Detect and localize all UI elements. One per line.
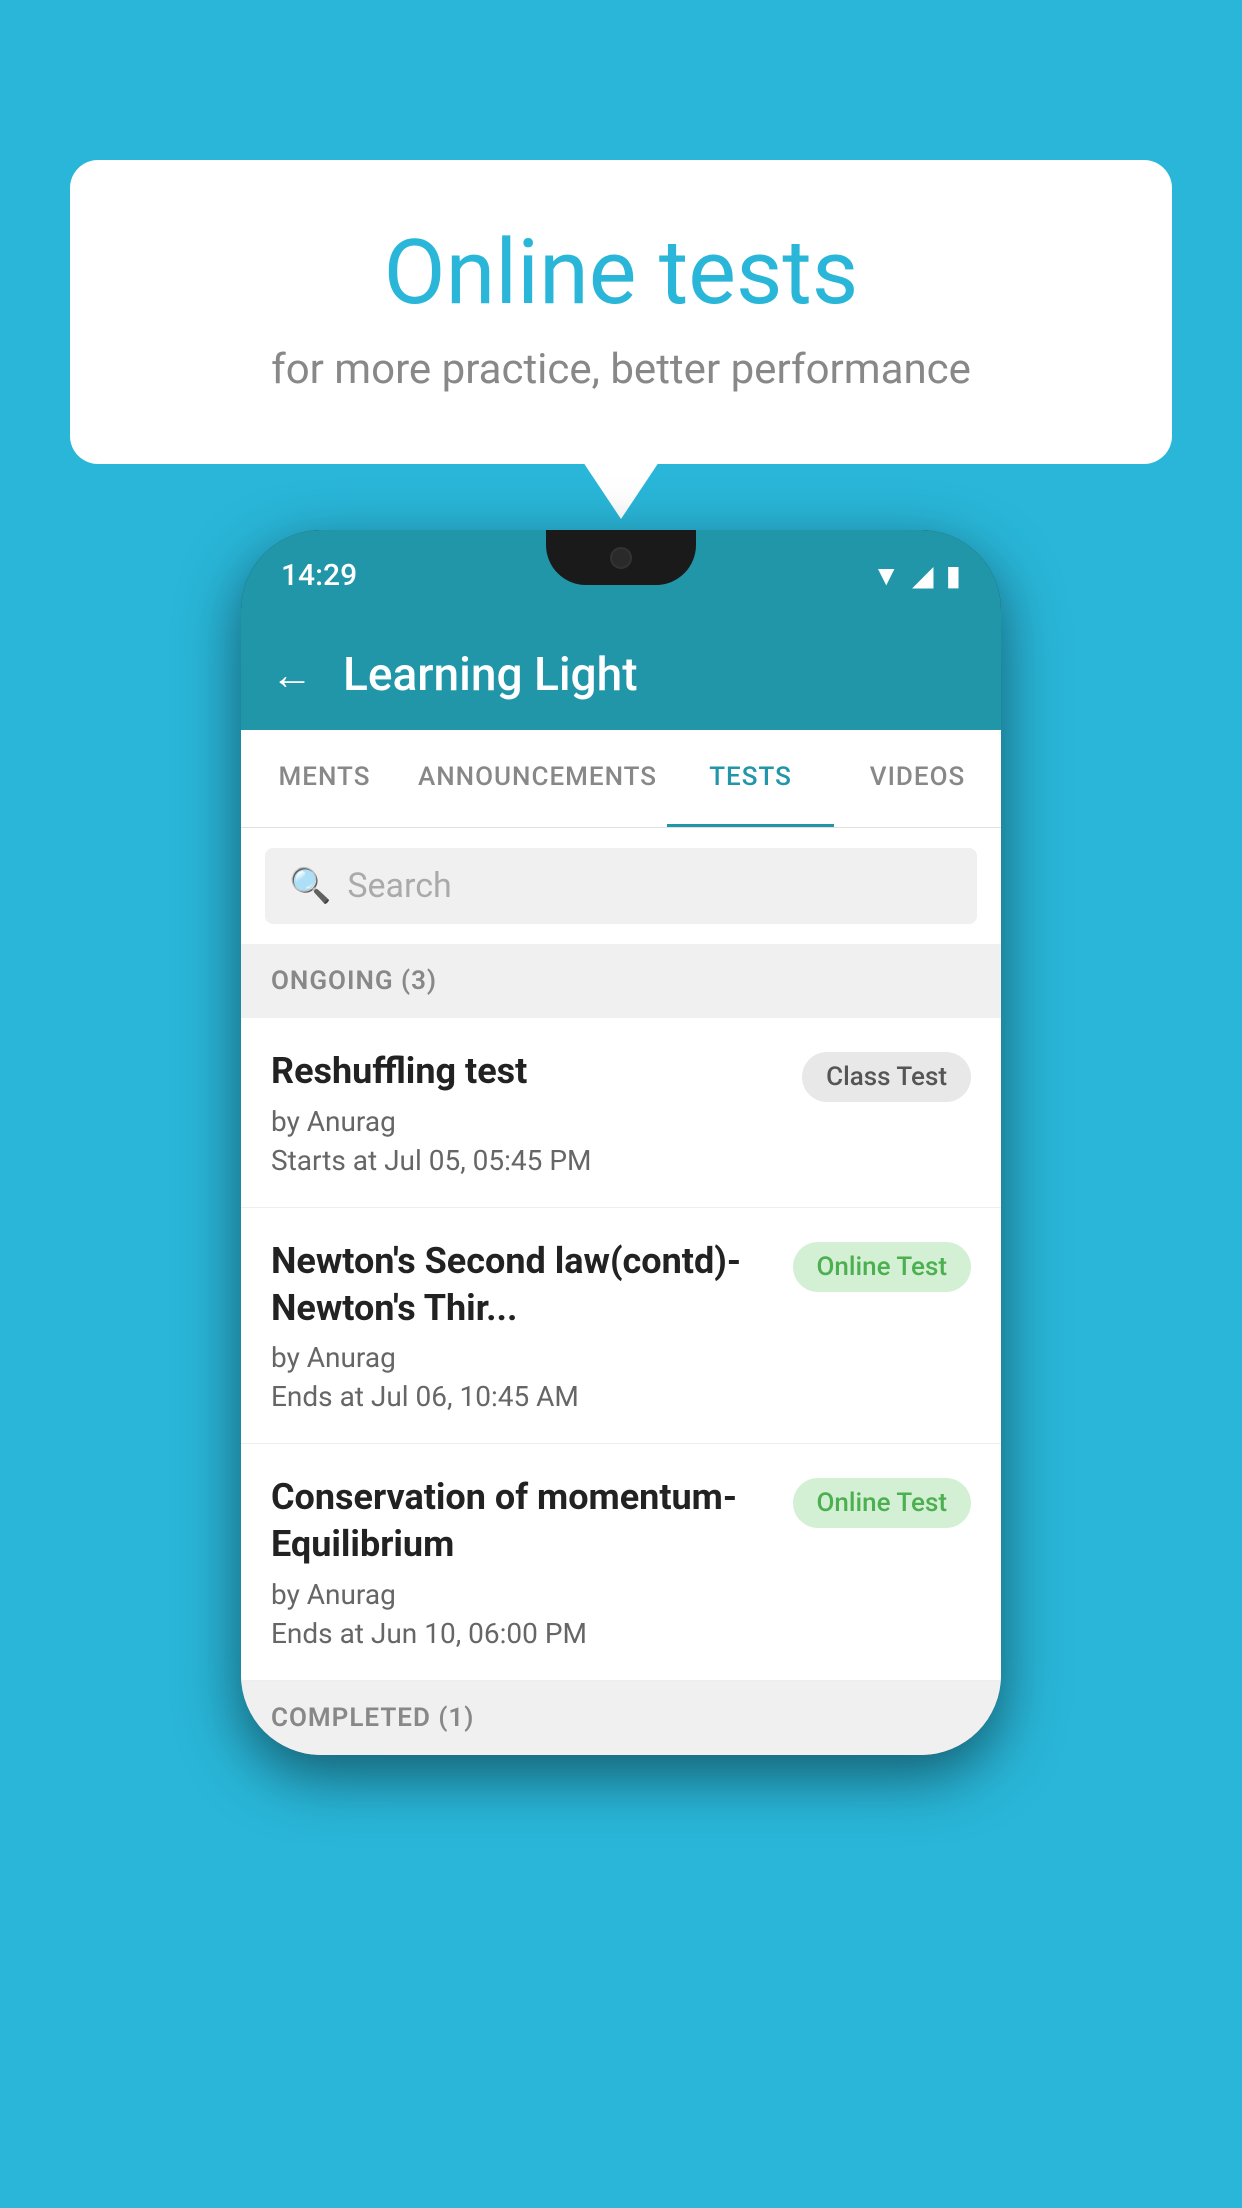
speech-bubble-subtitle: for more practice, better performance bbox=[150, 345, 1092, 394]
search-placeholder: Search bbox=[347, 866, 451, 906]
test-badge: Class Test bbox=[802, 1052, 971, 1102]
test-name: Reshuffling test bbox=[271, 1048, 782, 1095]
test-time: Ends at Jul 06, 10:45 AM bbox=[271, 1380, 773, 1413]
battery-icon: ▮ bbox=[946, 559, 961, 592]
completed-section-title: COMPLETED (1) bbox=[271, 1703, 474, 1733]
tabs-bar: MENTS ANNOUNCEMENTS TESTS VIDEOS bbox=[241, 730, 1001, 828]
tab-videos[interactable]: VIDEOS bbox=[834, 730, 1001, 827]
speech-bubble: Online tests for more practice, better p… bbox=[70, 160, 1172, 464]
search-bar[interactable]: 🔍 Search bbox=[265, 848, 977, 924]
test-badge: Online Test bbox=[793, 1478, 972, 1528]
search-icon: 🔍 bbox=[289, 866, 331, 906]
signal-icon: ◢ bbox=[912, 559, 934, 592]
test-time: Starts at Jul 05, 05:45 PM bbox=[271, 1144, 782, 1177]
app-title: Learning Light bbox=[343, 648, 638, 702]
ongoing-section-header: ONGOING (3) bbox=[241, 944, 1001, 1018]
test-item[interactable]: Conservation of momentum-Equilibrium by … bbox=[241, 1444, 1001, 1681]
tab-announcements[interactable]: ANNOUNCEMENTS bbox=[408, 730, 667, 827]
phone-outer: 14:29 ▼ ◢ ▮ ← Learning Light MENTS ANNOU… bbox=[241, 530, 1001, 1755]
test-time: Ends at Jun 10, 06:00 PM bbox=[271, 1617, 773, 1650]
test-item[interactable]: Reshuffling test by Anurag Starts at Jul… bbox=[241, 1018, 1001, 1208]
phone-notch bbox=[546, 530, 696, 585]
completed-section-header: COMPLETED (1) bbox=[241, 1681, 1001, 1755]
status-time: 14:29 bbox=[281, 558, 357, 593]
test-name: Conservation of momentum-Equilibrium bbox=[271, 1474, 773, 1568]
test-info: Reshuffling test by Anurag Starts at Jul… bbox=[271, 1048, 802, 1177]
phone-container: 14:29 ▼ ◢ ▮ ← Learning Light MENTS ANNOU… bbox=[241, 530, 1001, 1755]
test-badge: Online Test bbox=[793, 1242, 972, 1292]
test-name: Newton's Second law(contd)-Newton's Thir… bbox=[271, 1238, 773, 1332]
status-icons: ▼ ◢ ▮ bbox=[872, 559, 961, 592]
speech-bubble-title: Online tests bbox=[150, 220, 1092, 325]
camera-dot bbox=[610, 547, 632, 569]
test-item[interactable]: Newton's Second law(contd)-Newton's Thir… bbox=[241, 1208, 1001, 1445]
search-container: 🔍 Search bbox=[241, 828, 1001, 944]
phone-screen: 🔍 Search ONGOING (3) Reshuffling test by… bbox=[241, 828, 1001, 1755]
ongoing-section-title: ONGOING (3) bbox=[271, 966, 437, 996]
test-info: Conservation of momentum-Equilibrium by … bbox=[271, 1474, 793, 1650]
tab-tests[interactable]: TESTS bbox=[667, 730, 834, 827]
wifi-icon: ▼ bbox=[872, 559, 900, 592]
back-button[interactable]: ← bbox=[271, 651, 313, 700]
speech-bubble-container: Online tests for more practice, better p… bbox=[70, 160, 1172, 464]
test-author: by Anurag bbox=[271, 1341, 773, 1374]
test-author: by Anurag bbox=[271, 1578, 773, 1611]
status-bar: 14:29 ▼ ◢ ▮ bbox=[241, 530, 1001, 620]
app-header: ← Learning Light bbox=[241, 620, 1001, 730]
phone-inner-wrap: 14:29 ▼ ◢ ▮ ← Learning Light MENTS ANNOU… bbox=[241, 530, 1001, 1755]
tab-ments[interactable]: MENTS bbox=[241, 730, 408, 827]
test-info: Newton's Second law(contd)-Newton's Thir… bbox=[271, 1238, 793, 1414]
test-list: Reshuffling test by Anurag Starts at Jul… bbox=[241, 1018, 1001, 1681]
test-author: by Anurag bbox=[271, 1105, 782, 1138]
